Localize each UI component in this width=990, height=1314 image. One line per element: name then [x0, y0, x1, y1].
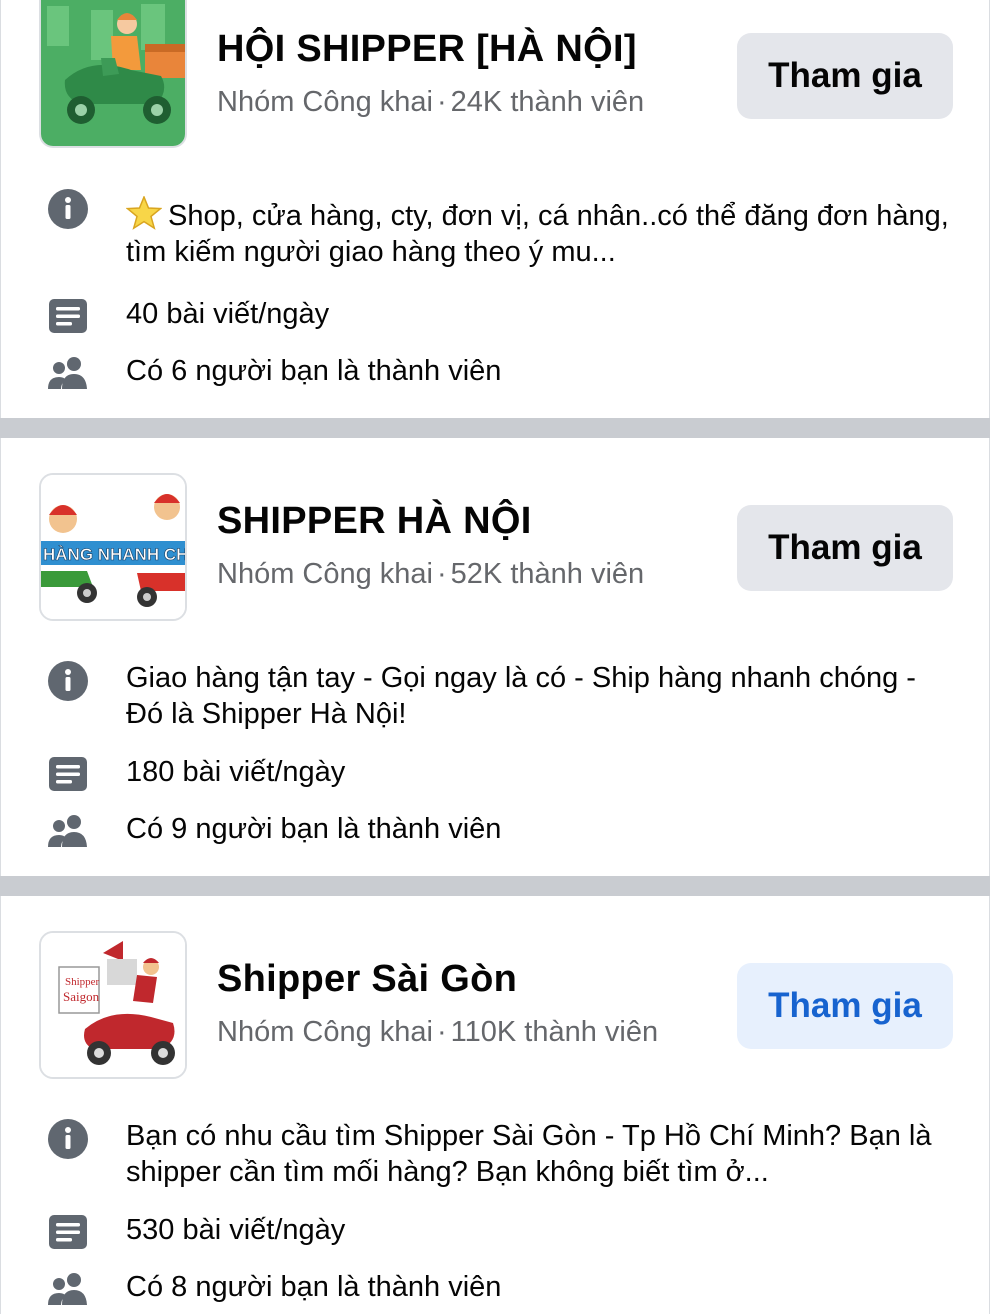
meta-separator: · [437, 86, 447, 118]
group-meta: Nhóm Công khai · 24K thành viên [217, 86, 644, 119]
join-button[interactable]: Tham gia [737, 963, 953, 1049]
info-icon [48, 1119, 88, 1159]
info-icon [48, 189, 88, 229]
join-button[interactable]: Tham gia [737, 33, 953, 119]
group-thumbnail[interactable]: Shipper Saigon [39, 931, 187, 1079]
friends-members: Có 9 người bạn là thành viên [126, 813, 502, 845]
group-thumbnail[interactable]: HÀNG NHANH CH [39, 473, 187, 621]
group-members: 110K thành viên [450, 1016, 659, 1048]
card-separator [0, 876, 990, 896]
group-name[interactable]: Shipper Sài Gòn [217, 958, 517, 1001]
friends-icon [48, 357, 87, 389]
saigon-shipper-illustration: Shipper Saigon [41, 933, 185, 1077]
friends-members: Có 8 người bạn là thành viên [126, 1271, 502, 1303]
thumbnail-text-1: Shipper [65, 976, 100, 988]
posts-per-day: 180 bài viết/ngày [126, 756, 346, 788]
group-card-1: HỘI SHIPPER [HÀ NỘI] Nhóm Công khai · 24K … [0, 0, 990, 418]
posts-per-day: 40 bài viết/ngày [126, 298, 330, 330]
group-card-3: Shipper Saigon Shipper Sài Gòn Nhóm Công… [0, 896, 990, 1314]
info-icon [48, 661, 88, 701]
posts-per-day: 530 bài viết/ngày [126, 1214, 346, 1246]
group-members: 24K thành viên [450, 86, 645, 118]
group-description: Giao hàng tận tay - Gọi ngay là có - Shi… [126, 662, 916, 730]
group-thumbnail[interactable] [39, 0, 187, 148]
delivery-banner-illustration: HÀNG NHANH CH [41, 475, 185, 619]
thumbnail-banner-text: HÀNG NHANH CH [43, 545, 185, 564]
friends-icon [48, 815, 87, 847]
group-description: Shop, cửa hàng, cty, đơn vị, cá nhân..có… [126, 196, 961, 270]
group-privacy: Nhóm Công khai [217, 558, 433, 590]
join-button[interactable]: Tham gia [737, 505, 953, 591]
group-description: Bạn có nhu cầu tìm Shipper Sài Gòn - Tp … [126, 1120, 932, 1188]
group-meta: Nhóm Công khai · 110K thành viên [217, 1016, 658, 1049]
group-card-2: HÀNG NHANH CH SHIPPER HÀ NỘI Nhóm Công k… [0, 438, 990, 876]
posts-icon [49, 1215, 87, 1249]
group-meta: Nhóm Công khai · 52K thành viên [217, 558, 644, 591]
posts-icon [49, 299, 87, 333]
group-privacy: Nhóm Công khai [217, 1016, 433, 1048]
friends-members: Có 6 người bạn là thành viên [126, 355, 502, 387]
thumbnail-text-2: Saigon [63, 989, 100, 1004]
posts-icon [49, 757, 87, 791]
group-name[interactable]: HỘI SHIPPER [HÀ NỘI] [217, 28, 637, 71]
friends-icon [48, 1273, 87, 1305]
star-icon [126, 196, 162, 230]
group-name[interactable]: SHIPPER HÀ NỘI [217, 500, 532, 543]
card-separator [0, 418, 990, 438]
group-members: 52K thành viên [450, 558, 645, 590]
shipper-scooter-illustration [41, 0, 185, 146]
meta-separator: · [437, 558, 447, 590]
meta-separator: · [437, 1016, 447, 1048]
group-privacy: Nhóm Công khai [217, 86, 433, 118]
